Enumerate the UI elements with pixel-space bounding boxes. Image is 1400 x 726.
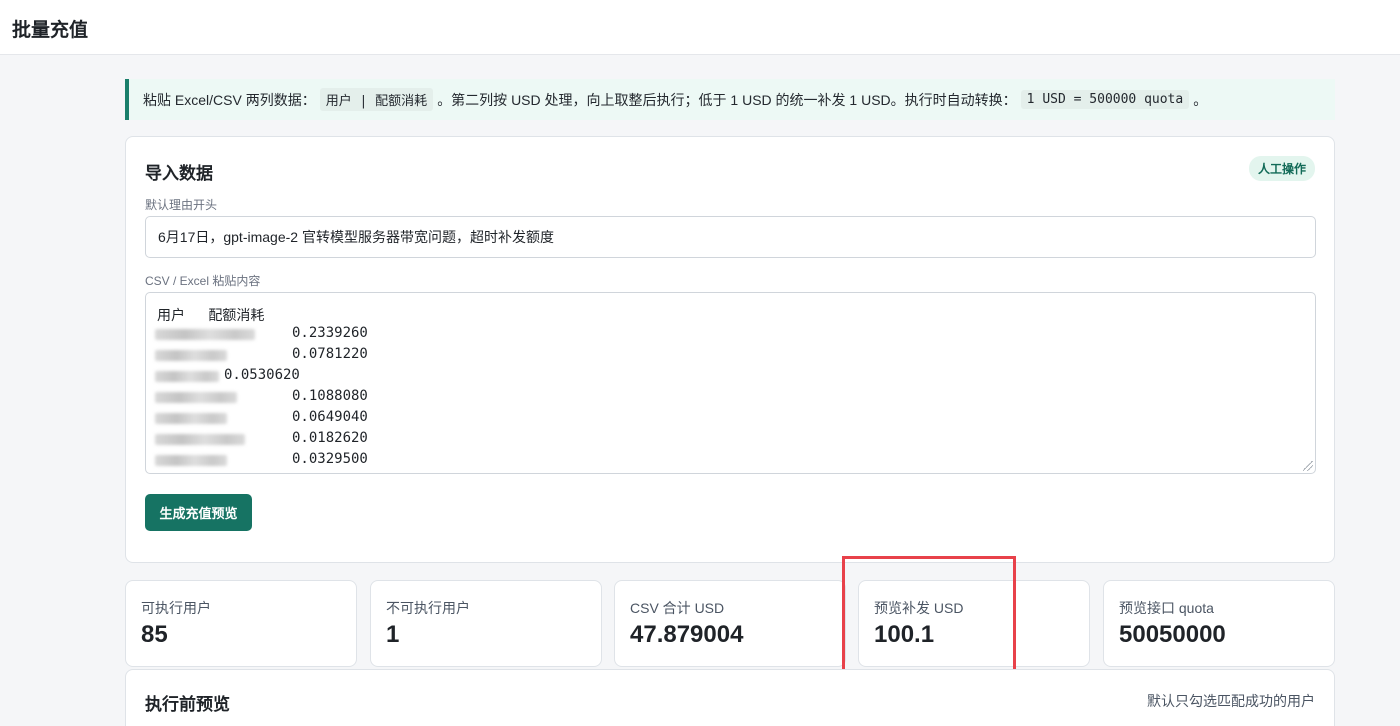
stat-value: 1 (386, 621, 400, 648)
csv-value: 0.0182620 (292, 430, 368, 446)
notice-text: 粘贴 Excel/CSV 两列数据： (143, 91, 316, 108)
csv-label: CSV / Excel 粘贴内容 (145, 274, 261, 288)
csv-value: 0.2339260 (292, 325, 368, 341)
page-title: 批量充值 (12, 20, 89, 41)
stat-value: 47.879004 (630, 621, 744, 648)
reason-input[interactable] (145, 216, 1316, 258)
stat-label: 预览接口 quota (1119, 600, 1214, 616)
stat-value: 50050000 (1119, 621, 1226, 648)
csv-textarea[interactable]: 用户 配额消耗 0.2339260 0.0781220 0.0530620 0.… (145, 292, 1316, 474)
redacted-username (155, 371, 219, 382)
csv-value: 0.0530620 (224, 367, 300, 383)
reason-label: 默认理由开头 (145, 198, 218, 212)
stat-csv-total-usd: CSV 合计 USD 47.879004 (614, 580, 846, 667)
notice-text: 。 (1193, 91, 1208, 108)
redacted-username (155, 434, 245, 445)
stat-preview-quota: 预览接口 quota 50050000 (1103, 580, 1335, 667)
csv-header-row: 用户 配额消耗 (157, 307, 265, 323)
resize-handle[interactable] (1303, 461, 1313, 471)
generate-preview-button[interactable]: 生成充值预览 (145, 494, 252, 531)
annotation-highlight-box (842, 556, 1016, 687)
top-bar: 批量充值 (0, 0, 1400, 55)
notice-code-conversion: 1 USD = 500000 quota (1020, 90, 1190, 109)
notice-code-columns: 用户 | 配额消耗 (319, 88, 434, 111)
manual-operation-badge: 人工操作 (1248, 156, 1315, 181)
csv-value: 0.0649040 (292, 409, 368, 425)
csv-value: 0.0329500 (292, 451, 368, 467)
import-card: 导入数据 人工操作 默认理由开头 CSV / Excel 粘贴内容 用户 配额消… (125, 136, 1335, 563)
stat-non-executable-users: 不可执行用户 1 (370, 580, 602, 667)
stat-value: 85 (141, 621, 168, 648)
stat-label: 不可执行用户 (386, 600, 470, 616)
redacted-username (155, 329, 255, 340)
redacted-username (155, 350, 227, 361)
redacted-username (155, 413, 227, 424)
redacted-username (155, 455, 227, 466)
stat-label: CSV 合计 USD (630, 600, 725, 616)
redacted-username (155, 392, 237, 403)
preview-title: 执行前预览 (145, 695, 230, 714)
stat-label: 可执行用户 (141, 600, 211, 616)
notice-text: 。第二列按 USD 处理，向上取整后执行；低于 1 USD 的统一补发 1 US… (437, 91, 1017, 108)
info-notice: 粘贴 Excel/CSV 两列数据： 用户 | 配额消耗 。第二列按 USD 处… (125, 79, 1335, 120)
preview-hint: 默认只勾选匹配成功的用户 (1147, 693, 1315, 709)
preview-card: 执行前预览 默认只勾选匹配成功的用户 (125, 669, 1335, 726)
csv-value: 0.0781220 (292, 346, 368, 362)
stat-executable-users: 可执行用户 85 (125, 580, 357, 667)
csv-value: 0.1088080 (292, 388, 368, 404)
import-title: 导入数据 (145, 164, 213, 183)
